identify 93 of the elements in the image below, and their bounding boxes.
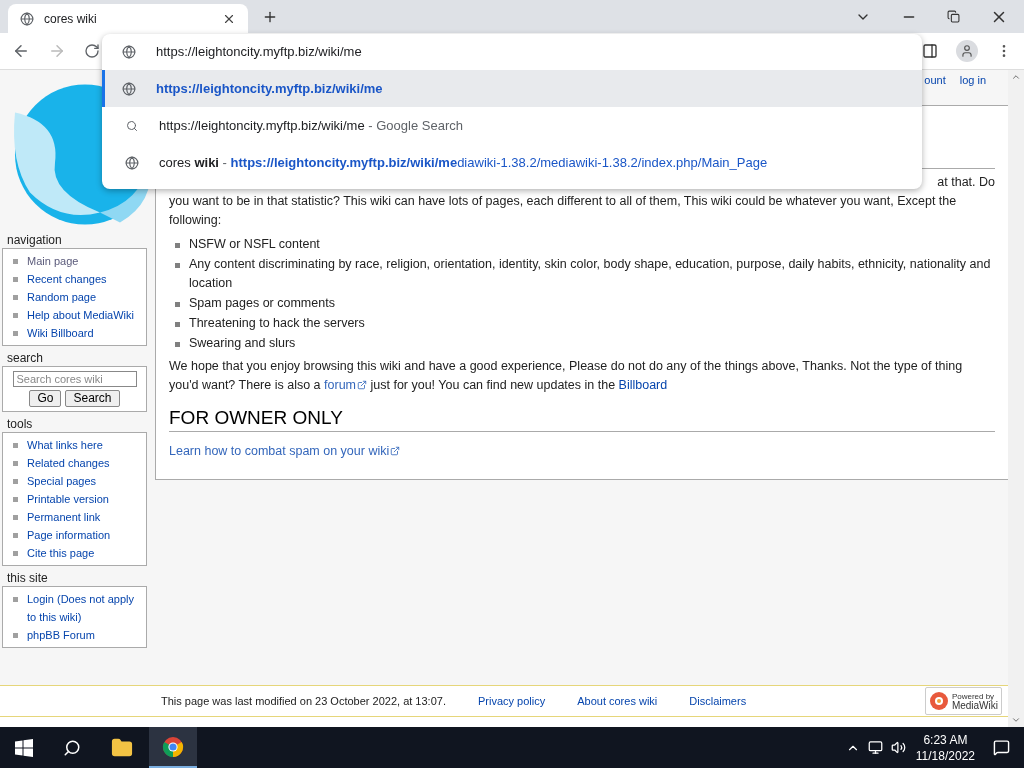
bullet-icon: [175, 242, 180, 248]
rule-item: Threatening to hack the servers: [189, 314, 365, 332]
tab-title: cores wiki: [44, 10, 98, 28]
search-field[interactable]: Search cores wiki: [12, 371, 137, 387]
sidebar-link[interactable]: Printable version: [27, 490, 109, 508]
network-icon[interactable]: [867, 740, 883, 755]
bullet-icon: [175, 341, 180, 347]
sidebar-link[interactable]: phpBB Forum: [27, 626, 95, 644]
portlet-heading: navigation: [6, 232, 63, 248]
rule-item: NSFW or NSFL content: [189, 235, 320, 253]
bullet-icon: [175, 262, 180, 268]
portlet-heading: search: [6, 350, 45, 366]
sidebar-link[interactable]: Cite this page: [27, 544, 95, 562]
sidebar-link[interactable]: Wiki Billboard: [27, 324, 94, 342]
sidebar-link[interactable]: Login (Does not apply to this wiki): [27, 590, 140, 626]
sidebar-link[interactable]: Random page: [27, 288, 97, 306]
globe-icon: [122, 45, 136, 59]
bullet-icon: [13, 479, 18, 484]
profile-icon[interactable]: [956, 40, 978, 62]
flower-icon: [928, 691, 949, 711]
search-button[interactable]: Go: [29, 390, 62, 407]
bullet-icon: [13, 461, 18, 466]
chrome-icon: [162, 735, 184, 758]
restore-icon[interactable]: [947, 10, 960, 23]
bullet-icon: [13, 551, 18, 556]
sidebar-link[interactable]: Special pages: [27, 472, 97, 490]
search-icon: [126, 119, 138, 132]
clock[interactable]: 6:23 AM 11/18/2022: [915, 731, 975, 764]
bullet-icon: [13, 277, 18, 282]
bullet-icon: [13, 259, 18, 264]
billboard-link[interactable]: Billboard: [618, 378, 668, 392]
forward-icon: [48, 42, 66, 60]
sidebar-link[interactable]: Main page: [27, 252, 79, 270]
badge-caption: Powered by: [951, 692, 995, 701]
bullet-icon: [13, 295, 18, 300]
omnibox-suggestion[interactable]: https://leightoncity.myftp.biz/wiki/me: [102, 70, 922, 107]
bullet-icon: [175, 301, 180, 307]
folder-icon[interactable]: [111, 736, 133, 759]
paragraph-fragment: at that. Do: [937, 174, 995, 191]
sidebar-link[interactable]: Recent changes: [27, 270, 107, 288]
volume-icon[interactable]: [890, 740, 906, 755]
bullet-icon: [13, 443, 18, 448]
closing-paragraph: We hope that you enjoy browsing this wiki and have a good experience, Please do not do any of the things above, Thanks. Not the type of thing you'd want? There is also a forum just for you! You can find new updates in the Billboard: [169, 358, 964, 394]
footer-link[interactable]: Disclaimers: [689, 692, 747, 710]
sidebar-link[interactable]: What links here: [27, 436, 103, 454]
omnibox-suggestion[interactable]: cores wiki - https://leightoncity.myftp.biz/wiki/mediawiki-1.38.2/mediawiki-1.38.2/index.php/Main_Page: [102, 144, 922, 181]
windows-icon[interactable]: [15, 738, 33, 757]
intro-paragraph: you want to be in that statistic? This wiki can have lots of pages, each different to all of them, This wiki could be whatever you want, Except the following:: [169, 193, 958, 229]
rule-item: Spam pages or comments: [189, 294, 335, 312]
portlet-heading: this site: [6, 570, 49, 586]
last-modified-text: This page was last modified on 23 October 2022, at 13:07.: [161, 693, 446, 709]
notification-icon[interactable]: [993, 739, 1010, 756]
portlet-heading: tools: [6, 416, 34, 432]
footer-link[interactable]: Privacy policy: [477, 692, 546, 710]
globe-icon: [125, 155, 139, 170]
sidebar-link[interactable]: Permanent link: [27, 508, 101, 526]
bullet-icon: [13, 515, 18, 520]
bullet-icon: [13, 313, 18, 318]
powered-by-badge[interactable]: Powered by MediaWiki: [924, 687, 1002, 715]
bullet-icon: [13, 533, 18, 538]
browser-tab[interactable]: cores wiki: [8, 4, 248, 33]
sidebar-link[interactable]: Page information: [27, 526, 111, 544]
external-link-icon: [357, 379, 367, 390]
search-icon[interactable]: [63, 738, 81, 757]
new-tab-icon[interactable]: [262, 9, 278, 25]
globe-icon: [122, 81, 136, 96]
section-heading: FOR OWNER ONLY: [169, 406, 995, 432]
sidebar-link[interactable]: Help about MediaWiki: [27, 306, 134, 324]
owner-link[interactable]: Learn how to combat spam on your wiki: [169, 442, 401, 461]
bullet-icon: [13, 331, 18, 336]
personal-link[interactable]: log in: [959, 72, 986, 89]
sidebar-link[interactable]: Related changes: [27, 454, 110, 472]
chrome-taskbar-button[interactable]: [149, 727, 197, 768]
bullet-icon: [13, 497, 18, 502]
footer-link[interactable]: About cores wiki: [577, 692, 658, 710]
bullet-icon: [13, 597, 18, 602]
bullet-icon: [175, 321, 180, 327]
reload-icon[interactable]: [84, 43, 100, 59]
bullet-icon: [13, 633, 18, 638]
side-panel-icon[interactable]: [922, 43, 938, 59]
rule-item: Swearing and slurs: [189, 334, 296, 352]
scroll-up-icon[interactable]: [1011, 72, 1021, 82]
back-icon[interactable]: [12, 42, 30, 60]
external-link-icon: [390, 445, 401, 456]
address-field[interactable]: https://leightoncity.myftp.biz/wiki/me: [156, 42, 922, 62]
search-button[interactable]: Search: [65, 390, 120, 407]
personal-link[interactable]: ount: [924, 72, 946, 89]
omnibox-suggestion[interactable]: https://leightoncity.myftp.biz/wiki/me - Google Search: [102, 107, 922, 144]
globe-icon: [20, 11, 34, 26]
scroll-down-icon[interactable]: [1011, 715, 1021, 725]
badge-title: MediaWiki: [951, 701, 998, 710]
rule-item: Any content discriminating by race, religion, orientation, identity, skin color, body shape, education, purpose, daily habits, ethnicity, nationality and location: [189, 255, 992, 292]
forum-link[interactable]: forum: [324, 378, 367, 392]
